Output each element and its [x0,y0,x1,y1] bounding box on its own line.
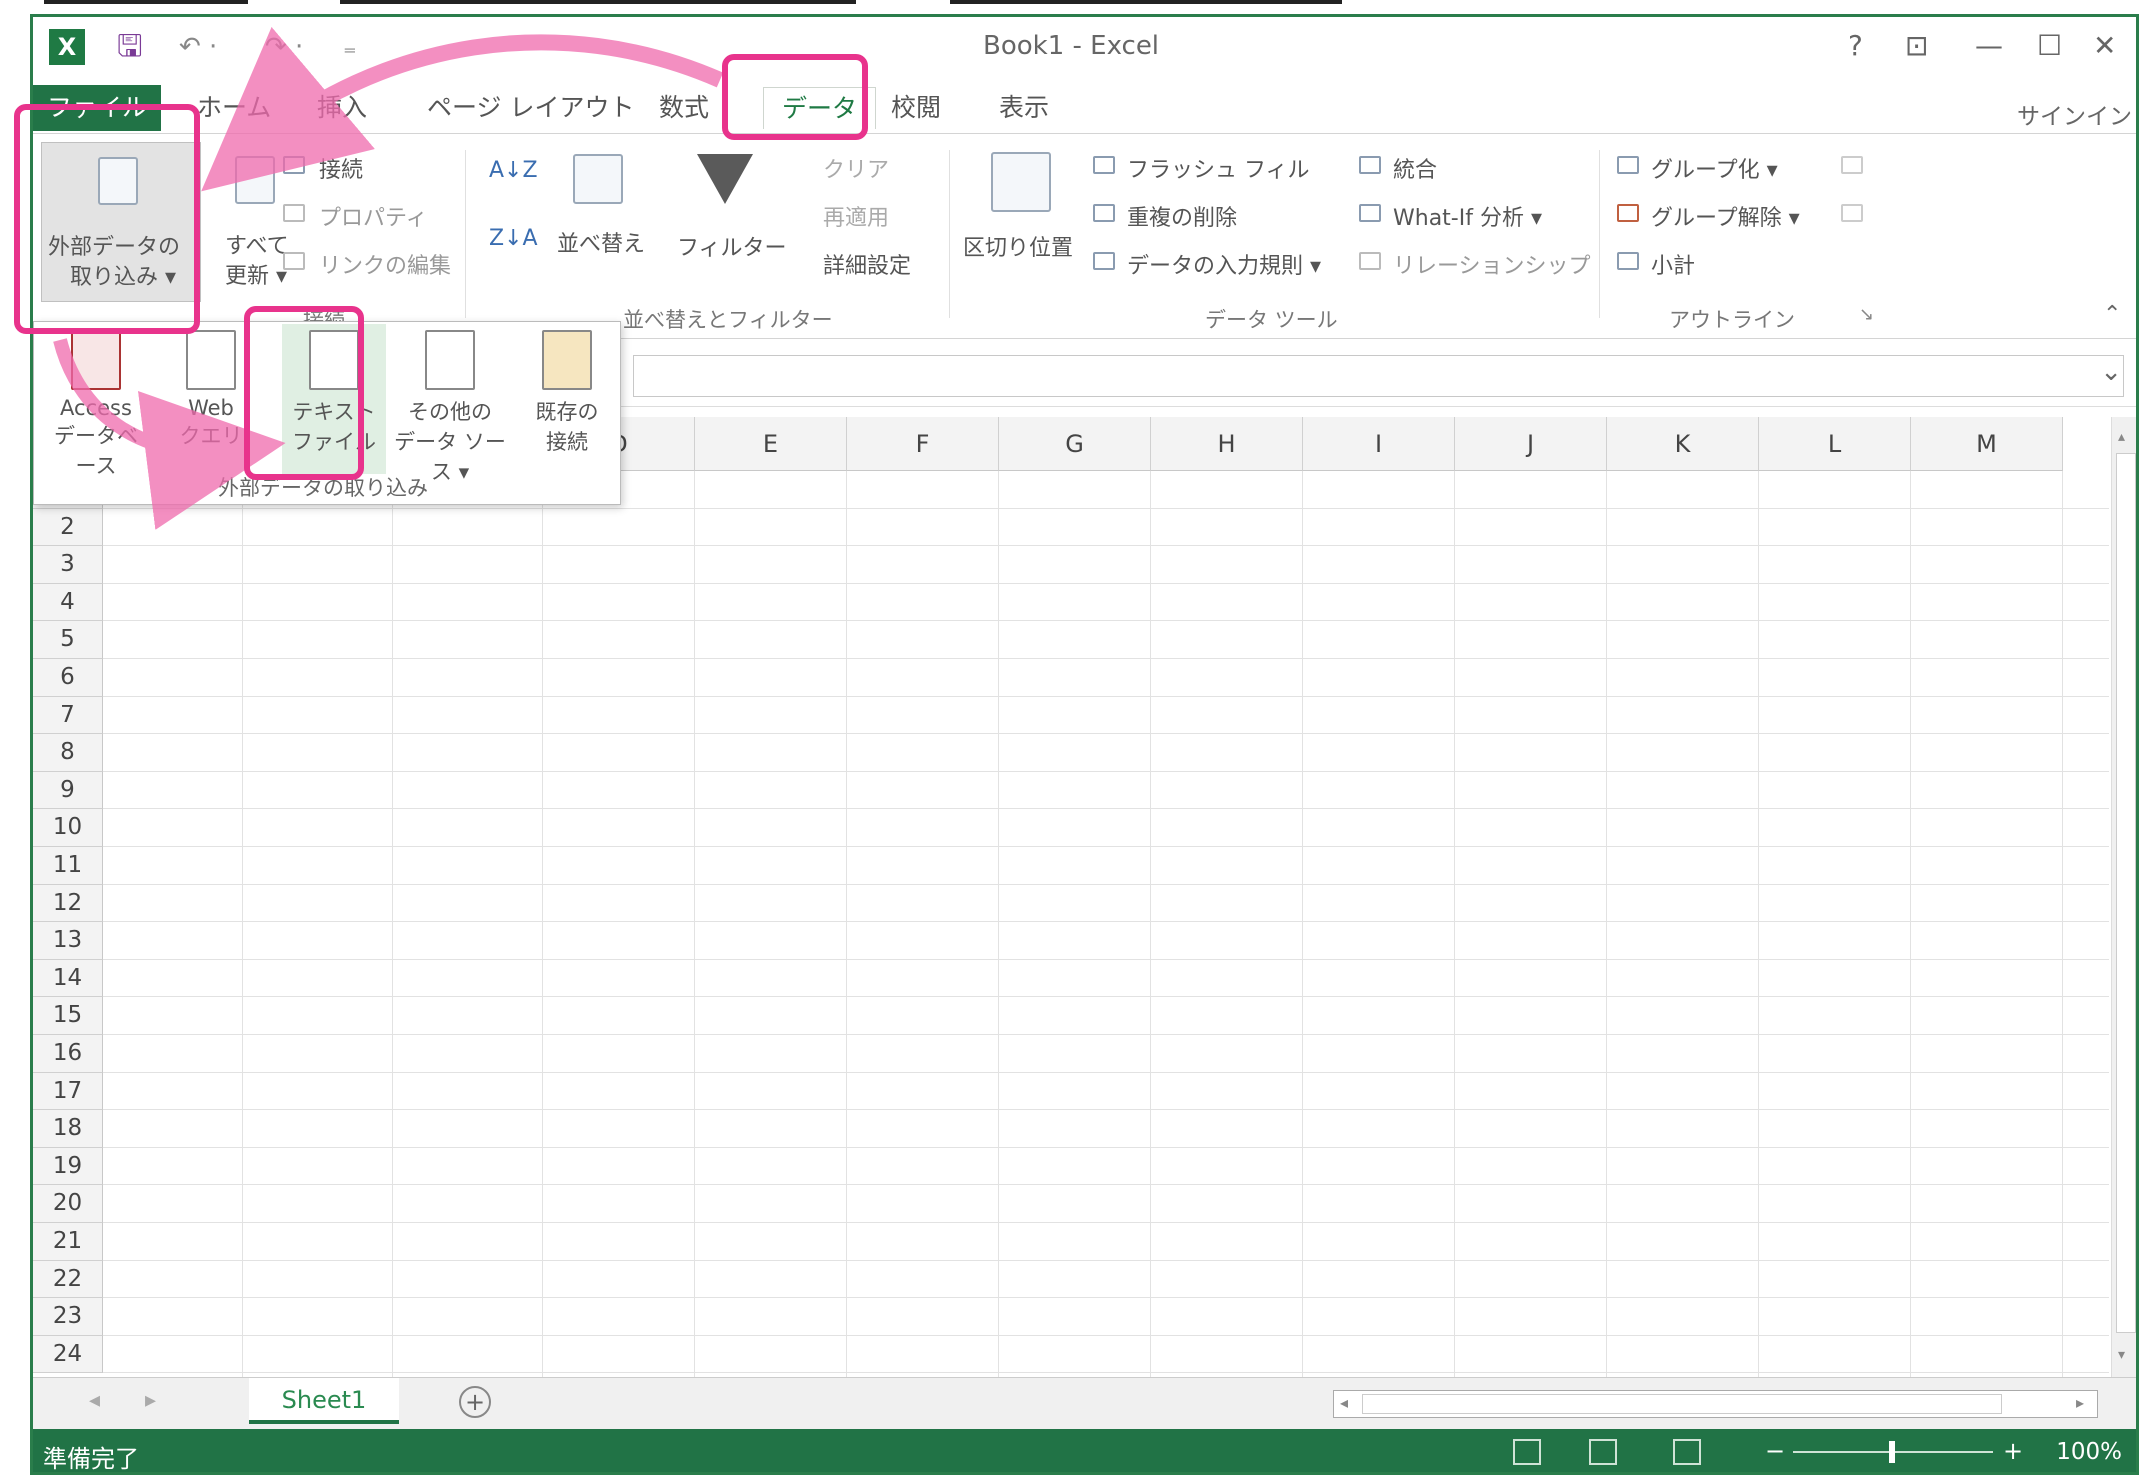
highlight-get-external-data [14,104,200,334]
highlight-text-file [244,306,364,480]
highlight-data-tab [722,54,868,140]
arrow-external-to-text [53,338,286,530]
arrow-data-to-external [201,26,724,192]
annotation-overlay [53,26,724,530]
